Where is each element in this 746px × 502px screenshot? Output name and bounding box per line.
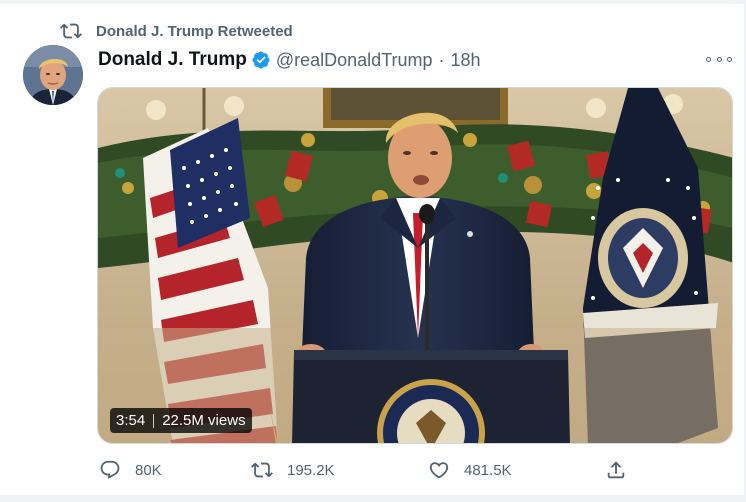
display-name[interactable]: Donald J. Trump: [98, 49, 247, 71]
video-thumbnail: [98, 88, 732, 443]
retweet-button[interactable]: 195.2K: [251, 456, 335, 484]
reply-count: 80K: [135, 461, 162, 479]
video-duration: 3:54: [116, 412, 146, 429]
tweet-header: Donald J. Trump @realDonaldTrump · 18h: [98, 48, 481, 72]
retweet-icon: [60, 23, 82, 39]
action-bar: 80K 195.2K 481.5K: [97, 456, 733, 484]
handle[interactable]: @realDonaldTrump: [276, 50, 433, 71]
more-dot-icon: [727, 56, 732, 62]
avatar[interactable]: [23, 45, 83, 105]
more-options-button[interactable]: [706, 49, 732, 69]
retweet-icon: [251, 462, 273, 478]
like-count: 481.5K: [464, 461, 512, 479]
verified-badge-icon: [252, 51, 270, 69]
like-button[interactable]: 481.5K: [428, 456, 512, 484]
retweet-count: 195.2K: [287, 461, 335, 479]
reply-button[interactable]: 80K: [99, 456, 162, 484]
share-icon: [607, 461, 625, 479]
tweet[interactable]: Donald J. Trump Retweeted Donald J. Trum…: [0, 0, 746, 502]
video-info-badge: 3:54 22.5M views: [110, 408, 252, 433]
share-button[interactable]: [605, 456, 627, 484]
badge-divider: [153, 413, 155, 428]
retweet-context[interactable]: Donald J. Trump Retweeted: [60, 20, 293, 42]
bottom-divider: [0, 495, 746, 502]
video-player[interactable]: 3:54 22.5M views: [97, 87, 733, 444]
heart-icon: [429, 462, 449, 479]
avatar-image: [23, 45, 83, 105]
separator-dot: ·: [438, 49, 445, 70]
more-dot-icon: [706, 56, 711, 62]
reply-icon: [100, 460, 120, 479]
video-views: 22.5M views: [162, 412, 246, 429]
top-divider: [0, 0, 746, 4]
timestamp[interactable]: 18h: [451, 50, 481, 71]
more-dot-icon: [716, 56, 722, 62]
retweet-label: Donald J. Trump Retweeted: [96, 22, 293, 40]
